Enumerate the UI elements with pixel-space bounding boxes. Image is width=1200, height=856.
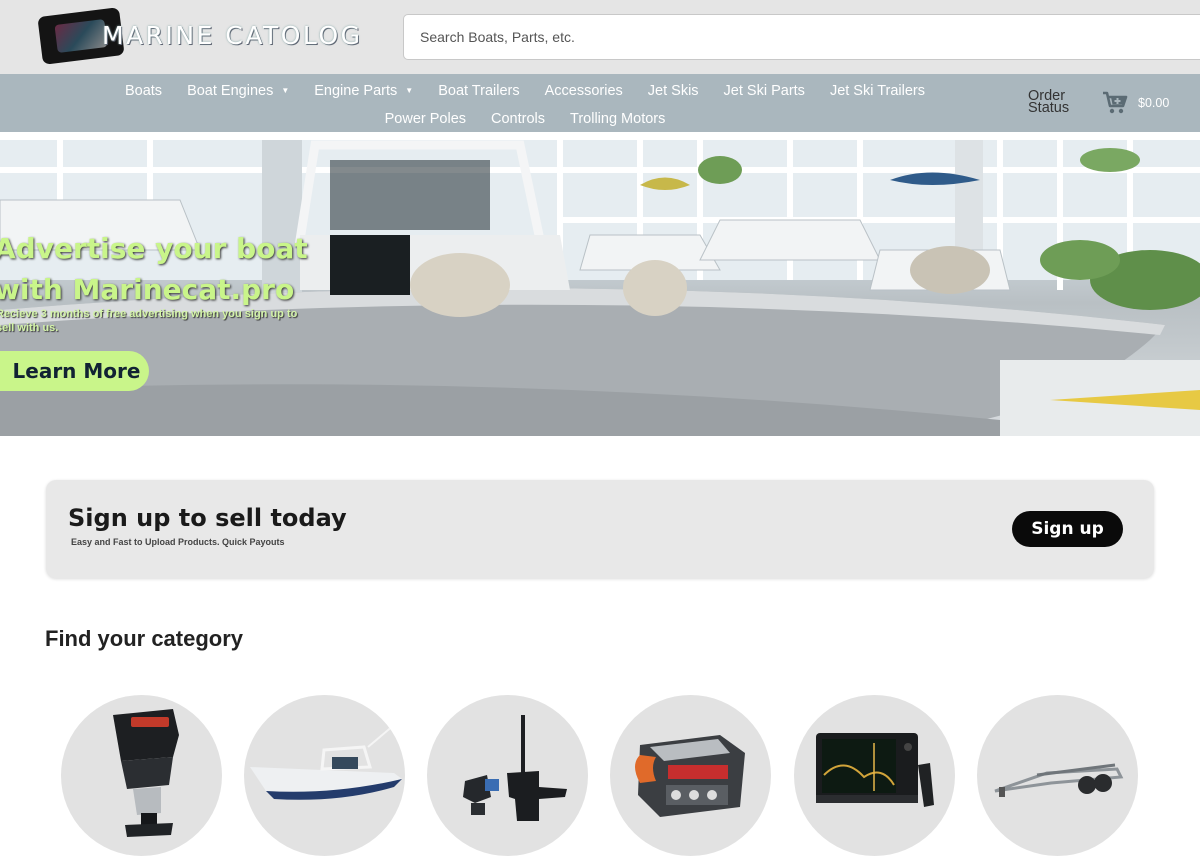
shopping-cart-icon — [1103, 91, 1128, 114]
nav-menu: Boats Boat Engines ▼ Engine Parts ▼ Boat T… — [60, 80, 990, 130]
boat-icon — [250, 724, 402, 800]
fish-finder-icon — [816, 733, 934, 807]
nav-item-controls[interactable]: Controls — [479, 108, 558, 130]
order-status-link[interactable]: Order Status — [1028, 89, 1076, 116]
search-input[interactable] — [403, 14, 1200, 60]
hero-subtitle: Recieve 3 months of free advertising whe… — [0, 308, 298, 334]
cart-button[interactable]: $0.00 — [1102, 91, 1169, 115]
category-inboard-engines[interactable] — [610, 695, 771, 856]
nav-item-jet-ski-trailers[interactable]: Jet Ski Trailers — [817, 80, 937, 102]
nav-item-jet-skis[interactable]: Jet Skis — [635, 80, 711, 102]
nav-item-boat-trailers[interactable]: Boat Trailers — [426, 80, 532, 102]
site-logo[interactable]: MARINE CATOLOG — [37, 7, 370, 65]
nav-item-accessories[interactable]: Accessories — [532, 80, 635, 102]
main-nav: Boats Boat Engines ▼ Engine Parts ▼ Boat T… — [0, 74, 1200, 132]
category-engine-parts[interactable] — [427, 695, 588, 856]
sign-up-button[interactable]: Sign up — [1012, 511, 1123, 547]
logo-text: MARINE CATOLOG — [102, 21, 363, 50]
inboard-engine-icon — [635, 735, 745, 817]
signup-title: Sign up to sell today — [68, 504, 347, 532]
category-boat-trailers[interactable] — [977, 695, 1138, 856]
nav-item-jet-ski-parts[interactable]: Jet Ski Parts — [711, 80, 817, 102]
category-boats[interactable] — [244, 695, 405, 856]
category-accessories[interactable] — [794, 695, 955, 856]
category-heading: Find your category — [45, 626, 244, 651]
nav-item-trolling-motors[interactable]: Trolling Motors — [558, 108, 678, 130]
signup-subtitle: Easy and Fast to Upload Products. Quick … — [71, 537, 285, 547]
nav-item-boat-engines[interactable]: Boat Engines ▼ — [175, 80, 302, 102]
caret-down-icon: ▼ — [405, 86, 414, 96]
hero-banner: Advertise your boat with Marinecat.pro R… — [0, 140, 1200, 436]
caret-down-icon: ▼ — [281, 86, 290, 96]
hero-title: Advertise your boat with Marinecat.pro — [0, 232, 308, 306]
nav-item-power-poles[interactable]: Power Poles — [372, 108, 478, 130]
category-outboard-engines[interactable] — [61, 695, 222, 856]
signup-banner: Sign up to sell today Easy and Fast to U… — [46, 480, 1154, 578]
outboard-engine-icon — [113, 709, 179, 837]
boat-trailer-icon — [994, 763, 1124, 797]
lower-unit-icon — [463, 715, 567, 821]
site-header: MARINE CATOLOG — [0, 0, 1200, 74]
nav-item-engine-parts[interactable]: Engine Parts ▼ — [302, 80, 426, 102]
learn-more-button[interactable]: Learn More — [0, 351, 149, 391]
cart-total: $0.00 — [1138, 96, 1170, 110]
nav-item-boats[interactable]: Boats — [112, 80, 174, 102]
